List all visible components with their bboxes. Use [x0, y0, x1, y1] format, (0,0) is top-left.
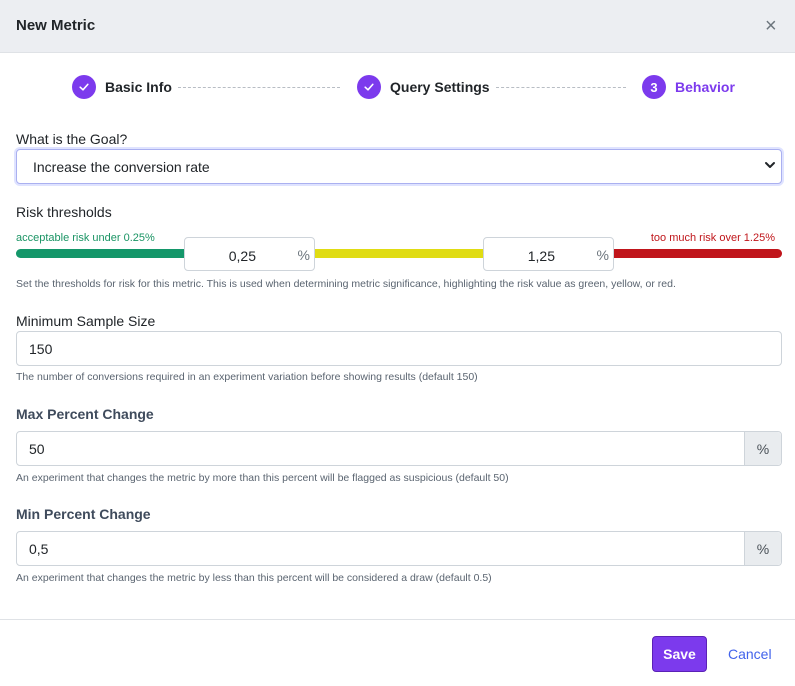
percent-addon: % — [744, 532, 781, 565]
risk-bar-acceptable — [16, 249, 186, 258]
min-sample-value: 150 — [29, 341, 53, 357]
step-query-settings[interactable]: Query Settings — [357, 75, 490, 99]
acceptable-risk-text: acceptable risk under 0.25% — [16, 232, 155, 244]
min-sample-label: Minimum Sample Size — [16, 313, 156, 329]
cancel-link[interactable]: Cancel — [728, 646, 772, 662]
percent-sign: % — [596, 247, 609, 263]
max-change-input[interactable]: 50 % — [16, 431, 782, 466]
step-connector — [178, 87, 340, 88]
risk-help-text: Set the thresholds for risk for this met… — [16, 278, 676, 290]
min-sample-help-text: The number of conversions required in an… — [16, 371, 478, 383]
max-change-value: 50 — [29, 441, 45, 457]
max-change-help-text: An experiment that changes the metric by… — [16, 472, 509, 484]
step-number: 3 — [642, 75, 666, 99]
risk-low-input[interactable]: 0,25 % — [184, 237, 315, 271]
min-change-value: 0,5 — [29, 541, 49, 557]
step-label: Query Settings — [390, 79, 490, 95]
percent-addon: % — [744, 432, 781, 465]
step-basic-info[interactable]: Basic Info — [72, 75, 172, 99]
save-button[interactable]: Save — [652, 636, 707, 672]
goal-select[interactable]: Increase the conversion rate — [16, 149, 782, 184]
min-sample-input[interactable]: 150 — [16, 331, 782, 366]
check-icon — [72, 75, 96, 99]
step-connector — [496, 87, 626, 88]
risk-high-input[interactable]: 1,25 % — [483, 237, 614, 271]
min-change-help-text: An experiment that changes the metric by… — [16, 572, 492, 584]
risk-bar-danger — [612, 249, 782, 258]
risk-high-value: 1,25 — [527, 248, 555, 264]
modal-title: New Metric — [16, 17, 96, 34]
check-icon — [357, 75, 381, 99]
min-change-label: Min Percent Change — [16, 506, 151, 522]
max-change-label: Max Percent Change — [16, 406, 154, 422]
step-behavior[interactable]: 3 Behavior — [642, 75, 735, 99]
risk-low-value: 0,25 — [228, 248, 256, 264]
min-change-input[interactable]: 0,5 % — [16, 531, 782, 566]
goal-select-value: Increase the conversion rate — [33, 159, 210, 175]
footer-divider — [0, 619, 795, 620]
percent-sign: % — [297, 247, 310, 263]
risk-bar-warning — [314, 249, 484, 258]
close-icon[interactable]: × — [765, 16, 777, 36]
step-label: Basic Info — [105, 79, 172, 95]
goal-label: What is the Goal? — [16, 131, 128, 147]
too-much-risk-text: too much risk over 1.25% — [650, 232, 775, 244]
step-label: Behavior — [675, 79, 735, 95]
modal-header: New Metric × — [0, 0, 795, 53]
chevron-down-icon — [765, 162, 775, 168]
risk-label: Risk thresholds — [16, 204, 112, 220]
